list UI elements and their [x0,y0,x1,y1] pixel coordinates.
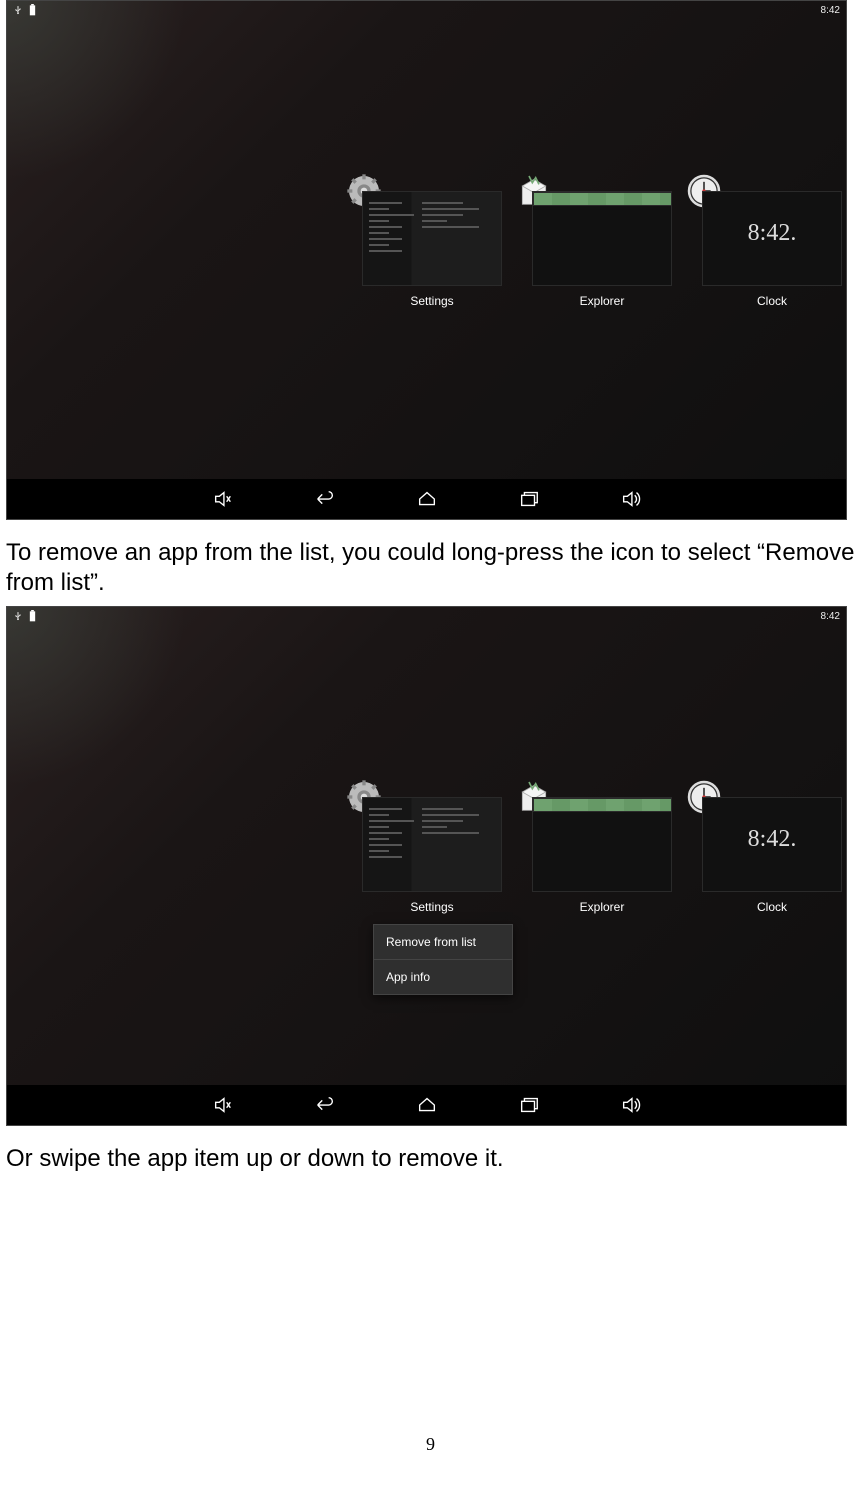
recent-app-settings[interactable]: Settings [362,797,502,914]
battery-icon [29,4,36,16]
recents-screenshot-1: 8:42 [6,0,847,520]
recent-apps-row: Settings Explorer [362,797,842,914]
usb-icon [13,5,23,15]
clock-thumbnail: 8:42. [702,191,842,286]
clock-thumbnail: 8:42. [702,797,842,892]
recent-app-explorer[interactable]: Explorer [532,797,672,914]
menu-item-app-info[interactable]: App info [374,960,512,994]
context-menu: Remove from list App info [373,924,513,995]
app-label: Clock [757,294,787,308]
home-icon[interactable] [414,1092,440,1118]
status-time: 8:42 [821,5,840,16]
explorer-thumbnail [532,191,672,286]
app-label: Explorer [580,900,625,914]
settings-thumbnail [362,191,502,286]
settings-thumbnail [362,797,502,892]
battery-icon [29,610,36,622]
app-label: Explorer [580,294,625,308]
recent-app-clock[interactable]: 8:42. Clock [702,191,842,308]
app-label: Clock [757,900,787,914]
volume-up-icon[interactable] [618,486,644,512]
status-bar: 8:42 [7,607,846,625]
recent-apps-icon[interactable] [516,1092,542,1118]
status-time: 8:42 [821,611,840,622]
usb-icon [13,611,23,621]
explorer-thumbnail [532,797,672,892]
navigation-bar [7,1085,846,1125]
recent-app-explorer[interactable]: Explorer [532,191,672,308]
doc-text-2: Or swipe the app item up or down to remo… [6,1144,855,1174]
back-icon[interactable] [312,1092,338,1118]
app-label: Settings [410,900,453,914]
volume-down-icon[interactable] [210,486,236,512]
home-icon[interactable] [414,486,440,512]
recent-apps-icon[interactable] [516,486,542,512]
volume-up-icon[interactable] [618,1092,644,1118]
doc-text-1: To remove an app from the list, you coul… [6,538,855,598]
wallpaper-gradient [6,606,187,787]
menu-item-remove-from-list[interactable]: Remove from list [374,925,512,960]
recent-app-settings[interactable]: Settings [362,191,502,308]
status-bar: 8:42 [7,1,846,19]
page-number: 9 [6,1434,855,1455]
recents-screenshot-2: 8:42 [6,606,847,1126]
app-label: Settings [410,294,453,308]
recent-apps-row: Settings Explorer [362,191,842,308]
wallpaper-gradient [6,0,187,181]
volume-down-icon[interactable] [210,1092,236,1118]
recent-app-clock[interactable]: 8:42. Clock [702,797,842,914]
clock-display-text: 8:42. [703,826,841,853]
back-icon[interactable] [312,486,338,512]
clock-display-text: 8:42. [703,220,841,247]
navigation-bar [7,479,846,519]
